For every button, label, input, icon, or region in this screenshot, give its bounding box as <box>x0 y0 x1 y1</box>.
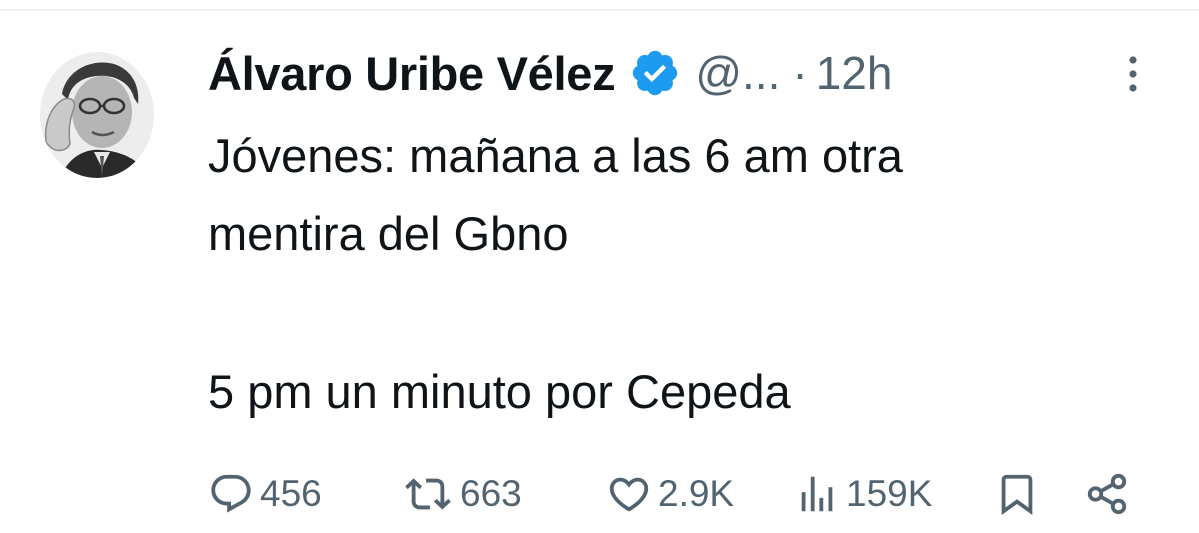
dot-separator: · <box>792 47 808 99</box>
share-button[interactable] <box>1084 466 1130 522</box>
tweet-text-line: 5 pm un minuto por Cepeda <box>208 365 791 418</box>
heart-icon <box>606 471 652 517</box>
views-count: 159K <box>846 473 933 514</box>
retweet-button[interactable]: 663 <box>402 466 522 522</box>
share-icon <box>1084 471 1130 517</box>
tweet-text-line: Jóvenes: mañana a las 6 am otra <box>208 129 903 182</box>
reply-count: 456 <box>260 473 322 514</box>
reply-button[interactable]: 456 <box>208 466 322 522</box>
tweet-header: Álvaro Uribe Vélez @... · 12h <box>208 38 892 108</box>
author-handle[interactable]: @... <box>695 46 780 100</box>
bookmark-icon <box>994 471 1040 517</box>
more-vertical-icon[interactable] <box>1120 50 1146 98</box>
verified-badge-icon <box>629 47 681 99</box>
tweet-text: Jóvenes: mañana a las 6 am otra mentira … <box>208 117 1168 431</box>
reply-icon <box>208 471 254 517</box>
like-button[interactable]: 2.9K <box>606 466 734 522</box>
bookmark-button[interactable] <box>994 466 1040 522</box>
retweet-icon <box>402 471 454 517</box>
tweet-actions-bar: 456 663 2.9K 159K <box>208 466 1148 522</box>
like-count: 2.9K <box>658 473 735 514</box>
tweet-text-line: mentira del Gbno <box>208 207 569 260</box>
tweet-timestamp[interactable]: 12h <box>816 46 893 100</box>
views-icon <box>794 471 840 517</box>
retweet-count: 663 <box>460 473 522 514</box>
top-divider <box>0 9 1199 11</box>
avatar[interactable] <box>40 52 154 178</box>
author-name[interactable]: Álvaro Uribe Vélez <box>208 46 616 101</box>
views-button[interactable]: 159K <box>794 466 932 522</box>
